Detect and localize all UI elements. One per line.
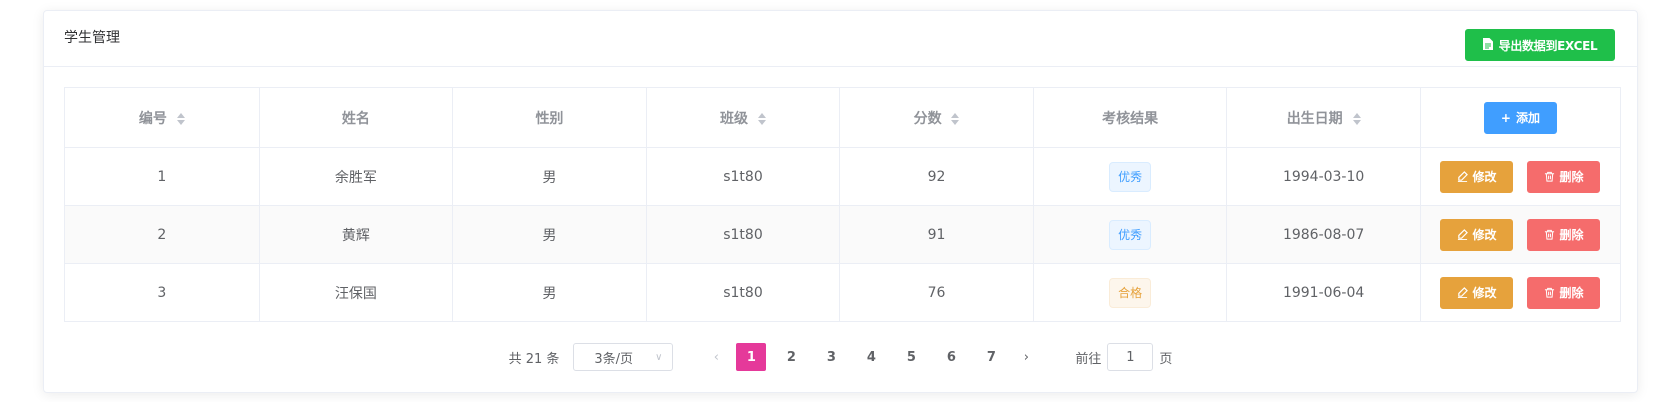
- cell-result: 优秀: [1032, 147, 1228, 206]
- cell-class: s1t80: [645, 263, 841, 322]
- cell-result: 优秀: [1032, 205, 1228, 264]
- edit-button[interactable]: 修改: [1440, 218, 1514, 251]
- cell-actions: 修改 删除: [1419, 147, 1622, 206]
- header-score[interactable]: 分数: [839, 87, 1034, 148]
- edit-button-label: 修改: [1472, 228, 1497, 242]
- edit-icon: [1458, 229, 1469, 240]
- edit-button-label: 修改: [1472, 170, 1497, 184]
- chevron-left-icon: ‹: [713, 349, 719, 365]
- student-management-card: 学生管理 导出数据到EXCEL 编号 姓名 性别 班级 分数 考核结果 出生日期…: [43, 10, 1638, 393]
- goto-label: 前往: [1075, 351, 1102, 367]
- cell-class: s1t80: [645, 147, 841, 206]
- header-class[interactable]: 班级: [645, 87, 841, 148]
- cell-name: 黄辉: [258, 205, 454, 264]
- delete-button[interactable]: 删除: [1527, 276, 1601, 309]
- goto-page-input[interactable]: [1107, 343, 1154, 371]
- page-number[interactable]: 2: [776, 343, 806, 371]
- cell-birth: 1994-03-10: [1226, 147, 1421, 206]
- header-id-label: 编号: [138, 110, 167, 127]
- sort-icon[interactable]: [1352, 112, 1361, 125]
- page-size-select[interactable]: 3条/页 ∨: [573, 343, 674, 371]
- table-row: 1 余胜军 男 s1t80 92 优秀 1994-03-10 修改 删除: [64, 147, 1622, 206]
- delete-button-label: 删除: [1559, 286, 1584, 300]
- page-size-value: 3条/页: [594, 351, 634, 367]
- chevron-down-icon: ∨: [655, 351, 663, 363]
- page-jumper: 前往 页: [1075, 343, 1172, 371]
- cell-gender: 男: [452, 147, 647, 206]
- header-result: 考核结果: [1032, 87, 1228, 148]
- export-excel-label: 导出数据到EXCEL: [1498, 38, 1598, 53]
- page-suffix: 页: [1159, 351, 1173, 367]
- page-number[interactable]: 6: [936, 343, 966, 371]
- cell-actions: 修改 删除: [1419, 205, 1622, 264]
- next-page-button[interactable]: ›: [1011, 343, 1041, 371]
- table-header-row: 编号 姓名 性别 班级 分数 考核结果 出生日期 + 添加: [64, 87, 1622, 148]
- pagination-total: 共 21 条: [508, 351, 560, 367]
- table-row: 3 汪保国 男 s1t80 76 合格 1991-06-04 修改 删除: [64, 263, 1622, 322]
- header-id[interactable]: 编号: [64, 87, 260, 148]
- page-number[interactable]: 4: [856, 343, 886, 371]
- cell-score: 76: [839, 263, 1034, 322]
- edit-icon: [1458, 287, 1469, 298]
- cell-birth: 1991-06-04: [1226, 263, 1421, 322]
- sort-icon[interactable]: [757, 112, 766, 125]
- chevron-right-icon: ›: [1023, 349, 1029, 365]
- cell-gender: 男: [452, 263, 647, 322]
- edit-button[interactable]: 修改: [1440, 276, 1514, 309]
- card-title: 学生管理: [64, 30, 120, 46]
- delete-button-label: 删除: [1559, 228, 1584, 242]
- page-number[interactable]: 7: [976, 343, 1006, 371]
- result-tag: 合格: [1109, 277, 1152, 308]
- result-tag: 优秀: [1109, 219, 1152, 250]
- header-birth[interactable]: 出生日期: [1226, 87, 1421, 148]
- header-gender-label: 性别: [535, 110, 564, 127]
- student-table: 编号 姓名 性别 班级 分数 考核结果 出生日期 + 添加 1 余胜军 男 s1…: [64, 87, 1622, 322]
- edit-button[interactable]: 修改: [1440, 160, 1514, 193]
- cell-score: 91: [839, 205, 1034, 264]
- export-excel-button[interactable]: 导出数据到EXCEL: [1465, 29, 1615, 61]
- trash-icon: [1545, 229, 1555, 240]
- card-header: 学生管理 导出数据到EXCEL: [44, 11, 1637, 67]
- header-actions: + 添加: [1419, 87, 1622, 148]
- header-gender: 性别: [452, 87, 647, 148]
- add-button[interactable]: + 添加: [1483, 101, 1557, 134]
- page-number[interactable]: 1: [736, 343, 767, 371]
- delete-button[interactable]: 删除: [1527, 218, 1601, 251]
- prev-page-button[interactable]: ‹: [701, 343, 731, 371]
- cell-name: 余胜军: [258, 147, 454, 206]
- sort-icon[interactable]: [176, 112, 185, 125]
- cell-birth: 1986-08-07: [1226, 205, 1421, 264]
- trash-icon: [1545, 287, 1555, 298]
- cell-id: 1: [64, 147, 260, 206]
- edit-icon: [1458, 171, 1469, 182]
- cell-actions: 修改 删除: [1419, 263, 1622, 322]
- cell-result: 合格: [1032, 263, 1228, 322]
- page-number[interactable]: 3: [816, 343, 846, 371]
- delete-button-label: 删除: [1559, 170, 1584, 184]
- cell-class: s1t80: [645, 205, 841, 264]
- cell-id: 3: [64, 263, 260, 322]
- header-score-label: 分数: [913, 110, 942, 127]
- page-number[interactable]: 5: [896, 343, 926, 371]
- header-name-label: 姓名: [341, 110, 370, 127]
- plus-icon: +: [1500, 110, 1511, 125]
- cell-score: 92: [839, 147, 1034, 206]
- header-name: 姓名: [258, 87, 454, 148]
- cell-name: 汪保国: [258, 263, 454, 322]
- add-button-label: 添加: [1515, 111, 1540, 125]
- header-class-label: 班级: [720, 110, 749, 127]
- cell-id: 2: [64, 205, 260, 264]
- header-birth-label: 出生日期: [1286, 110, 1343, 127]
- delete-button[interactable]: 删除: [1527, 160, 1601, 193]
- header-result-label: 考核结果: [1102, 110, 1159, 127]
- pagination: 共 21 条 3条/页 ∨ ‹ 1 2 3 4 5 6 7 › 前往 页: [44, 343, 1637, 371]
- cell-gender: 男: [452, 205, 647, 264]
- edit-button-label: 修改: [1472, 286, 1497, 300]
- table-row: 2 黄辉 男 s1t80 91 优秀 1986-08-07 修改 删除: [64, 205, 1622, 264]
- trash-icon: [1545, 171, 1555, 182]
- result-tag: 优秀: [1109, 161, 1152, 192]
- sort-icon[interactable]: [951, 112, 960, 125]
- document-icon: [1482, 37, 1493, 53]
